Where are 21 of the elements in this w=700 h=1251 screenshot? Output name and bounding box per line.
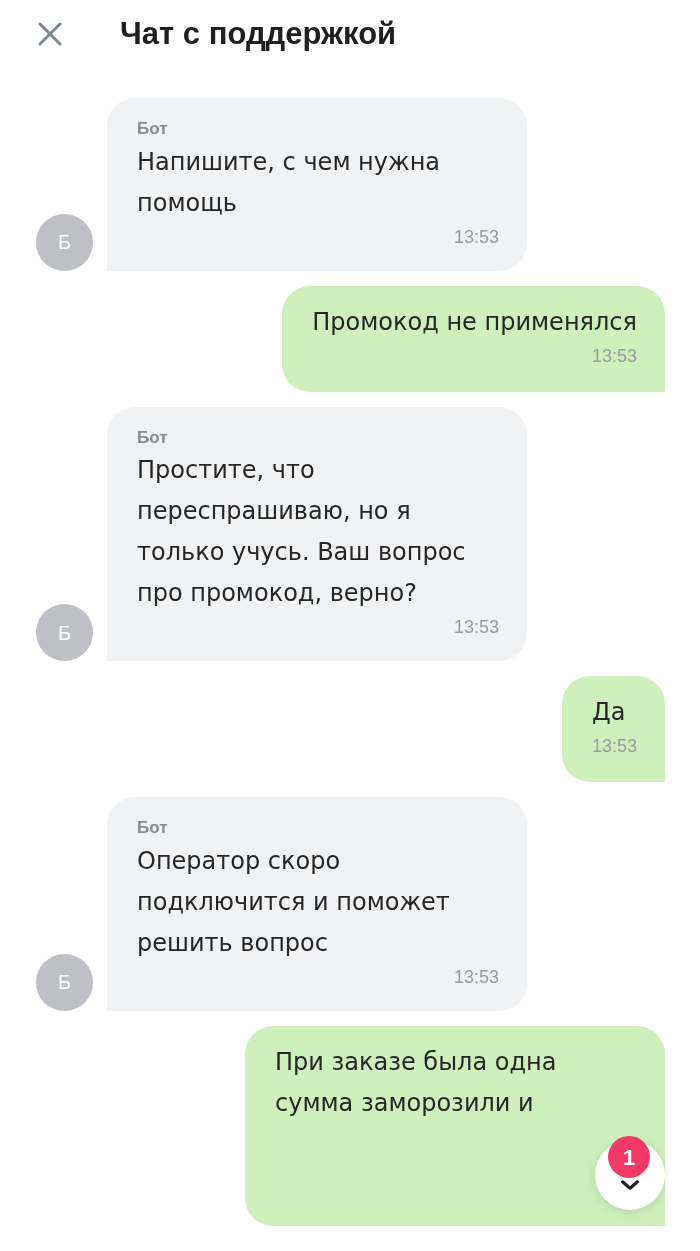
close-icon	[36, 20, 64, 48]
sender-name: Бот	[137, 817, 169, 839]
message-time: 13:53	[452, 225, 499, 249]
message-text: Да	[591, 697, 627, 728]
message-time: 13:53	[452, 965, 499, 989]
avatar: Б	[36, 604, 93, 661]
avatar: Б	[36, 213, 93, 271]
message-text: Оператор скоро подключится и поможет решить вопрос	[137, 845, 451, 959]
message-time: 13:53	[590, 344, 637, 368]
chevron-down-icon	[621, 1180, 639, 1190]
message-text: Промокод не применялся	[312, 306, 637, 338]
avatar: Б	[36, 953, 93, 1011]
close-button[interactable]	[36, 20, 64, 48]
sender-name: Бот	[137, 118, 169, 140]
sender-name: Бот	[137, 426, 169, 449]
message-time: 13:53	[452, 616, 499, 639]
message-text: При заказе была одна сумма заморозили и	[275, 1046, 558, 1119]
message-text: Простите, что переспрашиваю, но я только учусь. Ваш вопрос про промокод, верно?	[137, 455, 467, 609]
chat-title: Чат с поддержкой	[120, 14, 397, 53]
message-text: Напишите, с чем нужна помощь	[137, 146, 442, 219]
message-time: 13:53	[591, 735, 637, 758]
